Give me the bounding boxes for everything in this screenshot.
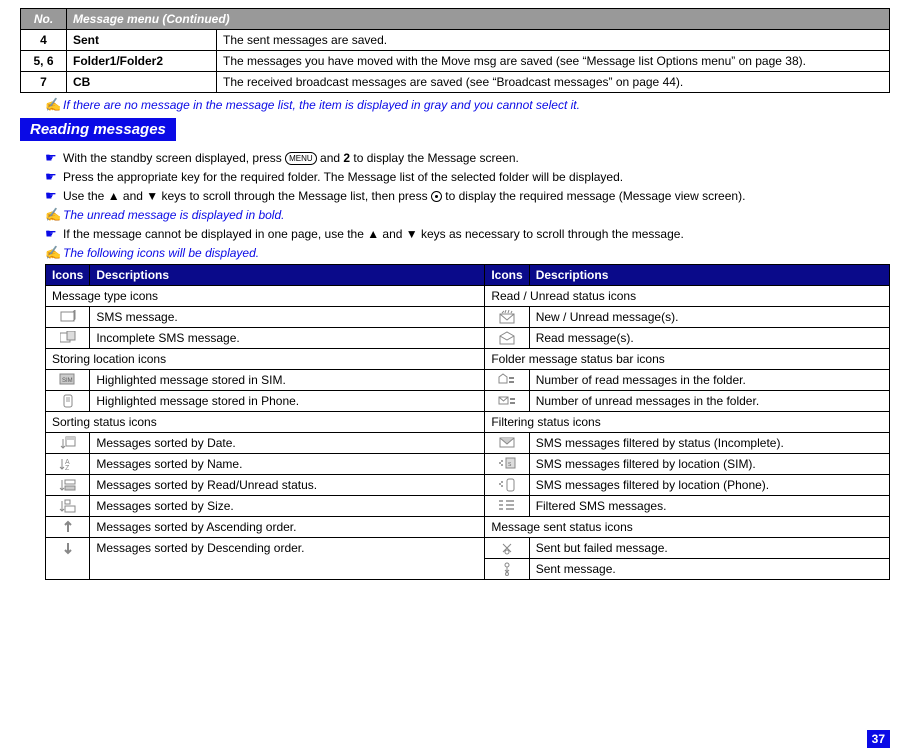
desc-header: Descriptions xyxy=(529,265,889,286)
table-row: 4 Sent The sent messages are saved. xyxy=(21,30,890,51)
sent-fail-icon xyxy=(485,538,529,559)
num-unread-icon xyxy=(485,391,529,412)
col-menu-header: Message menu (Continued) xyxy=(67,9,890,30)
section-sorting: Sorting status icons xyxy=(46,412,485,433)
desc: Messages sorted by Name. xyxy=(90,454,485,475)
section-folderbar: Folder message status bar icons xyxy=(485,349,890,370)
desc: Sent message. xyxy=(529,559,889,580)
desc: Incomplete SMS message. xyxy=(90,328,485,349)
filter-sim-icon: S xyxy=(485,454,529,475)
desc: Messages sorted by Read/Unread status. xyxy=(90,475,485,496)
new-msg-icon xyxy=(485,307,529,328)
filter-incomplete-icon xyxy=(485,433,529,454)
desc: Number of read messages in the folder. xyxy=(529,370,889,391)
read-msg-icon xyxy=(485,328,529,349)
note-icon: ✍ xyxy=(45,207,63,223)
bullet-text: Press the appropriate key for the requir… xyxy=(63,170,623,184)
incomplete-sms-icon xyxy=(46,328,90,349)
num-read-icon xyxy=(485,370,529,391)
sort-asc-icon xyxy=(46,517,90,538)
note-icon: ✍ xyxy=(45,97,63,113)
icons-table: Icons Descriptions Icons Descriptions Me… xyxy=(45,264,890,580)
desc: Filtered SMS messages. xyxy=(529,496,889,517)
section-title: Reading messages xyxy=(20,118,176,141)
desc: Read message(s). xyxy=(529,328,889,349)
desc: SMS messages filtered by location (Phone… xyxy=(529,475,889,496)
desc-header: Descriptions xyxy=(90,265,485,286)
sim-stored-icon: SIM xyxy=(46,370,90,391)
sort-date-icon xyxy=(46,433,90,454)
bullet-text: If the message cannot be displayed in on… xyxy=(63,227,684,241)
icons-header: Icons xyxy=(485,265,529,286)
desc: SMS messages filtered by status (Incompl… xyxy=(529,433,889,454)
message-menu-table: No. Message menu (Continued) 4 Sent The … xyxy=(20,8,890,93)
note-text: The unread message is displayed in bold. xyxy=(63,208,284,222)
bullet-text: With the standby screen displayed, press… xyxy=(63,151,519,165)
desc: Sent but failed message. xyxy=(529,538,889,559)
hand-icon: ☛ xyxy=(45,150,63,166)
filter-sms-icon xyxy=(485,496,529,517)
page-number: 37 xyxy=(867,730,890,748)
section-storing: Storing location icons xyxy=(46,349,485,370)
desc: Number of unread messages in the folder. xyxy=(529,391,889,412)
hand-icon: ☛ xyxy=(45,226,63,242)
bullet-text: Use the ▲ and ▼ keys to scroll through t… xyxy=(63,189,745,203)
note-text: If there are no message in the message l… xyxy=(63,98,580,112)
icons-header: Icons xyxy=(46,265,90,286)
desc: Messages sorted by Date. xyxy=(90,433,485,454)
sms-icon xyxy=(46,307,90,328)
sort-read-icon xyxy=(46,475,90,496)
section-sentstatus: Message sent status icons xyxy=(485,517,890,538)
desc: New / Unread message(s). xyxy=(529,307,889,328)
note-icon: ✍ xyxy=(45,245,63,261)
hand-icon: ☛ xyxy=(45,188,63,204)
desc: Messages sorted by Descending order. xyxy=(90,538,485,580)
desc: Messages sorted by Size. xyxy=(90,496,485,517)
desc: Messages sorted by Ascending order. xyxy=(90,517,485,538)
col-no-header: No. xyxy=(21,9,67,30)
section-readunread: Read / Unread status icons xyxy=(485,286,890,307)
menu-button-icon: MENU xyxy=(285,152,317,165)
sort-size-icon xyxy=(46,496,90,517)
svg-text:SIM: SIM xyxy=(62,378,73,384)
phone-stored-icon xyxy=(46,391,90,412)
desc: SMS messages filtered by location (SIM). xyxy=(529,454,889,475)
sort-desc-icon xyxy=(46,538,90,580)
sort-name-icon: AZ xyxy=(46,454,90,475)
table-row: 7 CB The received broadcast messages are… xyxy=(21,72,890,93)
center-button-icon xyxy=(431,191,442,202)
section-msgtype: Message type icons xyxy=(46,286,485,307)
filter-phone-icon xyxy=(485,475,529,496)
svg-text:Z: Z xyxy=(65,465,70,471)
desc: Highlighted message stored in SIM. xyxy=(90,370,485,391)
desc: Highlighted message stored in Phone. xyxy=(90,391,485,412)
table-row: 5, 6 Folder1/Folder2 The messages you ha… xyxy=(21,51,890,72)
sent-icon xyxy=(485,559,529,580)
desc: SMS message. xyxy=(90,307,485,328)
section-filtering: Filtering status icons xyxy=(485,412,890,433)
hand-icon: ☛ xyxy=(45,169,63,185)
note-text: The following icons will be displayed. xyxy=(63,246,259,260)
